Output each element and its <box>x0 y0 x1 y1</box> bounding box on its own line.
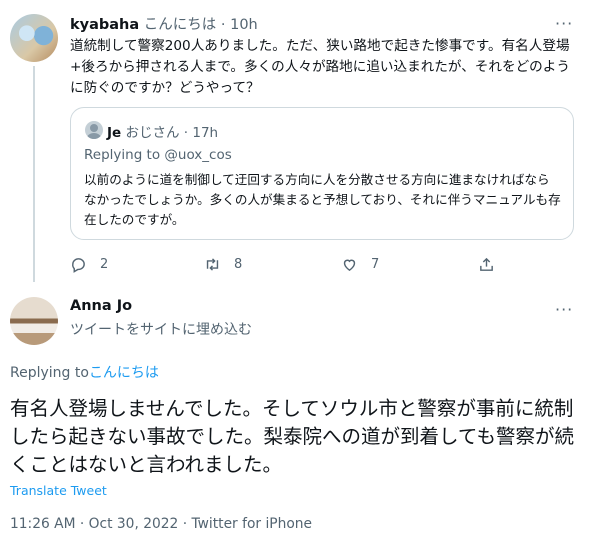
retweet-button[interactable]: 8 <box>204 254 242 274</box>
more-options-icon[interactable]: ··· <box>555 300 573 319</box>
display-name: こんにちは <box>143 17 217 33</box>
separator-dot: · <box>183 125 189 141</box>
quoted-tweet[interactable]: Je おじさん · 17h Replying to @uox_cos 以前のよう… <box>70 107 574 240</box>
reply-button[interactable]: 2 <box>70 254 108 274</box>
thread-line <box>33 66 35 282</box>
avatar[interactable] <box>85 121 103 139</box>
quoted-tweet-text: 以前のように道を制御して迂回する方向に人を分散させる方向に進まなければならなかっ… <box>84 172 561 227</box>
timestamp: 17h <box>192 125 219 141</box>
tweet-timestamp[interactable]: 11:26 AM · Oct 30, 2022 · <box>10 516 191 532</box>
replying-handle[interactable]: こんにちは <box>89 365 159 381</box>
replying-prefix: Replying to <box>10 365 89 381</box>
retweet-icon <box>206 257 219 271</box>
avatar[interactable] <box>10 297 58 345</box>
replying-handle[interactable]: @uox_cos <box>164 147 231 163</box>
tweet-text: 道統制して警察200人ありました。ただ、狭い路地で起きた惨事です。有名人登場+後… <box>70 38 570 96</box>
tweet-meta: 11:26 AM · Oct 30, 2022 · Twitter for iP… <box>10 516 312 532</box>
timestamp[interactable]: 10h <box>230 17 258 33</box>
avatar[interactable] <box>10 14 58 62</box>
separator-dot: · <box>220 17 226 33</box>
share-button[interactable] <box>478 254 508 274</box>
more-options-icon[interactable]: ··· <box>555 14 573 33</box>
author-name[interactable]: Je <box>107 125 121 141</box>
like-button[interactable]: 7 <box>341 254 379 274</box>
reply-icon <box>72 257 85 273</box>
retweet-count: 8 <box>234 256 243 272</box>
share-icon <box>480 257 493 271</box>
reply-count: 2 <box>100 256 109 272</box>
tweet-source[interactable]: Twitter for iPhone <box>191 516 312 532</box>
tweet-header: kyabaha こんにちは · 10h <box>70 13 258 34</box>
quoted-tweet-header: Je おじさん · 17h <box>107 121 218 141</box>
tweet-text: 有名人登場しませんでした。そしてソウル市と警察が事前に統制したら起きない事故でし… <box>10 397 574 476</box>
like-count: 7 <box>371 256 380 272</box>
replying-prefix: Replying to <box>84 147 165 163</box>
author-name[interactable]: kyabaha <box>70 17 139 33</box>
author-name[interactable]: Anna Jo <box>70 298 132 314</box>
heart-icon <box>343 259 356 271</box>
display-name: おじさん <box>125 125 180 141</box>
embed-tweet-label[interactable]: ツイートをサイトに埋め込む <box>70 319 252 339</box>
replying-to: Replying toこんにちは <box>10 362 159 382</box>
replying-to: Replying to @uox_cos <box>84 147 232 163</box>
translate-tweet-link[interactable]: Translate Tweet <box>10 483 107 498</box>
